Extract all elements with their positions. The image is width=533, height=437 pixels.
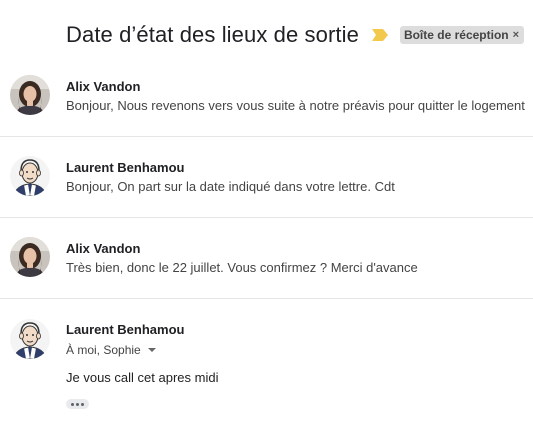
- sender-name: Alix Vandon: [66, 241, 141, 256]
- message-snippet: Bonjour, Nous revenons vers vous suite à…: [66, 98, 525, 113]
- caret-down-icon[interactable]: [147, 348, 156, 352]
- label-chip-inbox: Boîte de réception ×: [399, 26, 525, 44]
- sender-name: Laurent Benhamou: [66, 160, 185, 175]
- dot: [81, 402, 84, 406]
- message-body: Je vous call cet apres midi: [66, 370, 219, 385]
- collapsed-message[interactable]: Laurent Benhamou Bonjour, On part sur la…: [0, 136, 533, 218]
- expanded-message: Laurent Benhamou À moi, Sophie Je vous c…: [0, 298, 533, 437]
- avatar: [10, 75, 50, 115]
- dot: [76, 402, 79, 406]
- importance-marker-icon[interactable]: [371, 29, 388, 41]
- sender-name: Laurent Benhamou: [66, 322, 185, 337]
- avatar: [10, 156, 50, 196]
- avatar: [10, 237, 50, 277]
- sender-name: Alix Vandon: [66, 79, 141, 94]
- email-thread-view: Date d’état des lieux de sortie Boîte de…: [0, 0, 533, 437]
- collapsed-message[interactable]: Alix Vandon Très bien, donc le 22 juille…: [0, 217, 533, 299]
- label-chip-text: Boîte de réception: [403, 28, 509, 42]
- dot: [71, 402, 74, 406]
- collapsed-message[interactable]: Alix Vandon Bonjour, Nous revenons vers …: [0, 55, 533, 137]
- message-snippet: Très bien, donc le 22 juillet. Vous conf…: [66, 260, 418, 275]
- avatar: [10, 319, 50, 359]
- message-snippet: Bonjour, On part sur la date indiqué dan…: [66, 179, 395, 194]
- thread-header: Date d’état des lieux de sortie Boîte de…: [66, 20, 525, 50]
- remove-label-icon[interactable]: ×: [513, 29, 519, 41]
- thread-subject: Date d’état des lieux de sortie: [66, 22, 359, 47]
- show-trimmed-content-button[interactable]: [66, 399, 89, 409]
- recipients-text: À moi, Sophie: [66, 343, 141, 357]
- recipients-line[interactable]: À moi, Sophie: [66, 343, 156, 357]
